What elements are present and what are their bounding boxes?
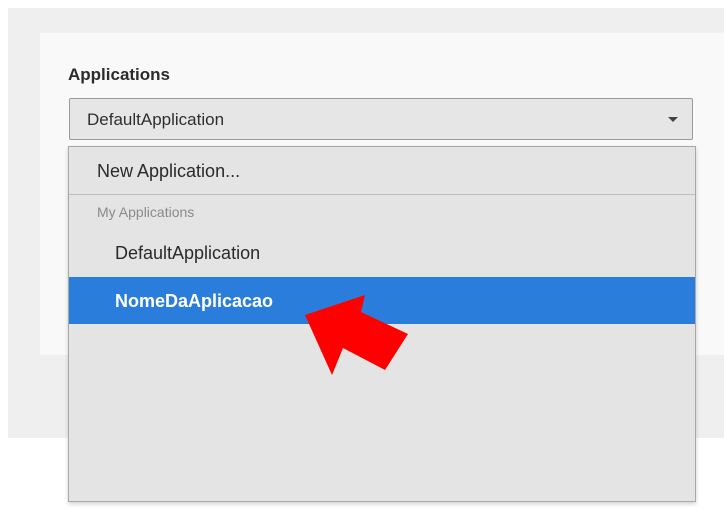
- applications-select[interactable]: DefaultApplication: [69, 98, 693, 140]
- new-application-option[interactable]: New Application...: [69, 147, 695, 195]
- applications-label: Applications: [68, 65, 171, 84]
- red-arrow-annotation-icon: [305, 295, 408, 375]
- selected-application-value: DefaultApplication: [87, 110, 225, 129]
- my-applications-group-label: My Applications: [97, 204, 195, 220]
- application-option-label: DefaultApplication: [115, 243, 261, 263]
- application-option-label: NomeDaAplicacao: [115, 291, 274, 311]
- chevron-down-icon[interactable]: [668, 117, 678, 122]
- application-option-default[interactable]: DefaultApplication: [69, 229, 695, 276]
- new-application-label: New Application...: [97, 161, 241, 181]
